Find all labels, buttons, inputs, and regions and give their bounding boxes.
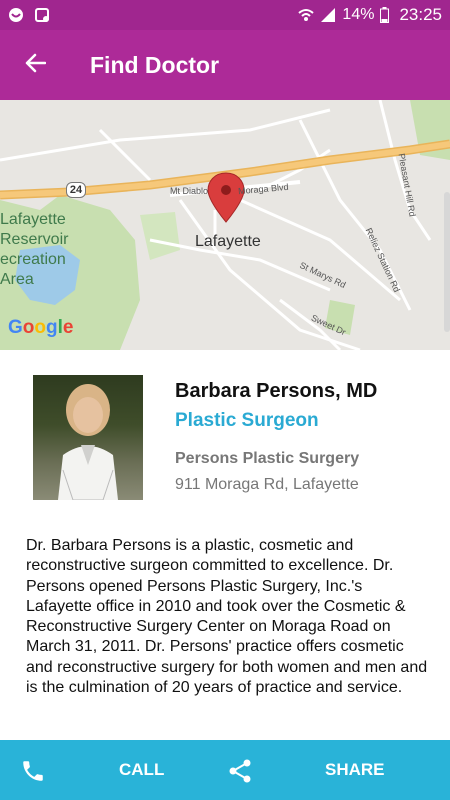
- map-label-city: Lafayette: [195, 233, 261, 250]
- wifi-icon: [298, 8, 315, 22]
- doctor-photo: [33, 375, 143, 500]
- share-button[interactable]: SHARE: [325, 760, 385, 780]
- google-logo: Google: [8, 317, 74, 338]
- phone-icon[interactable]: [20, 758, 46, 789]
- app-bar: Find Doctor: [0, 30, 450, 100]
- doctor-practice: Persons Plastic Surgery: [175, 450, 360, 467]
- share-icon[interactable]: [228, 758, 252, 789]
- doctor-address[interactable]: 911 Moraga Rd, Lafayette: [175, 476, 359, 494]
- map-label-reservoir: Lafayette Reservoir ecreation Area: [0, 211, 69, 288]
- arrow-back-icon: [24, 52, 47, 79]
- notification-icon: [8, 7, 24, 23]
- map-view[interactable]: 24 Lafayette Reservoir ecreation Area La…: [0, 100, 450, 350]
- doctor-card: Barbara Persons, MD Plastic Surgeon Pers…: [0, 350, 450, 740]
- back-button[interactable]: [0, 30, 70, 100]
- status-time: 23:25: [399, 5, 442, 24]
- sync-icon: [34, 7, 50, 23]
- highway-shield: 24: [66, 182, 86, 198]
- call-button[interactable]: CALL: [119, 760, 164, 780]
- doctor-specialty: Plastic Surgeon: [175, 410, 319, 431]
- action-bar: CALL SHARE: [0, 740, 450, 800]
- battery-percent: 14%: [342, 6, 375, 23]
- map-label-mt-diablo: Mt Diablo: [170, 186, 209, 196]
- page-title: Find Doctor: [90, 51, 220, 78]
- battery-icon: [380, 7, 390, 23]
- signal-icon: [320, 7, 336, 23]
- status-bar: 14% 23:25: [0, 0, 450, 30]
- doctor-name: Barbara Persons, MD: [175, 380, 378, 402]
- doctor-bio: Dr. Barbara Persons is a plastic, cosmet…: [26, 537, 428, 697]
- map-scroll-indicator: [444, 192, 450, 332]
